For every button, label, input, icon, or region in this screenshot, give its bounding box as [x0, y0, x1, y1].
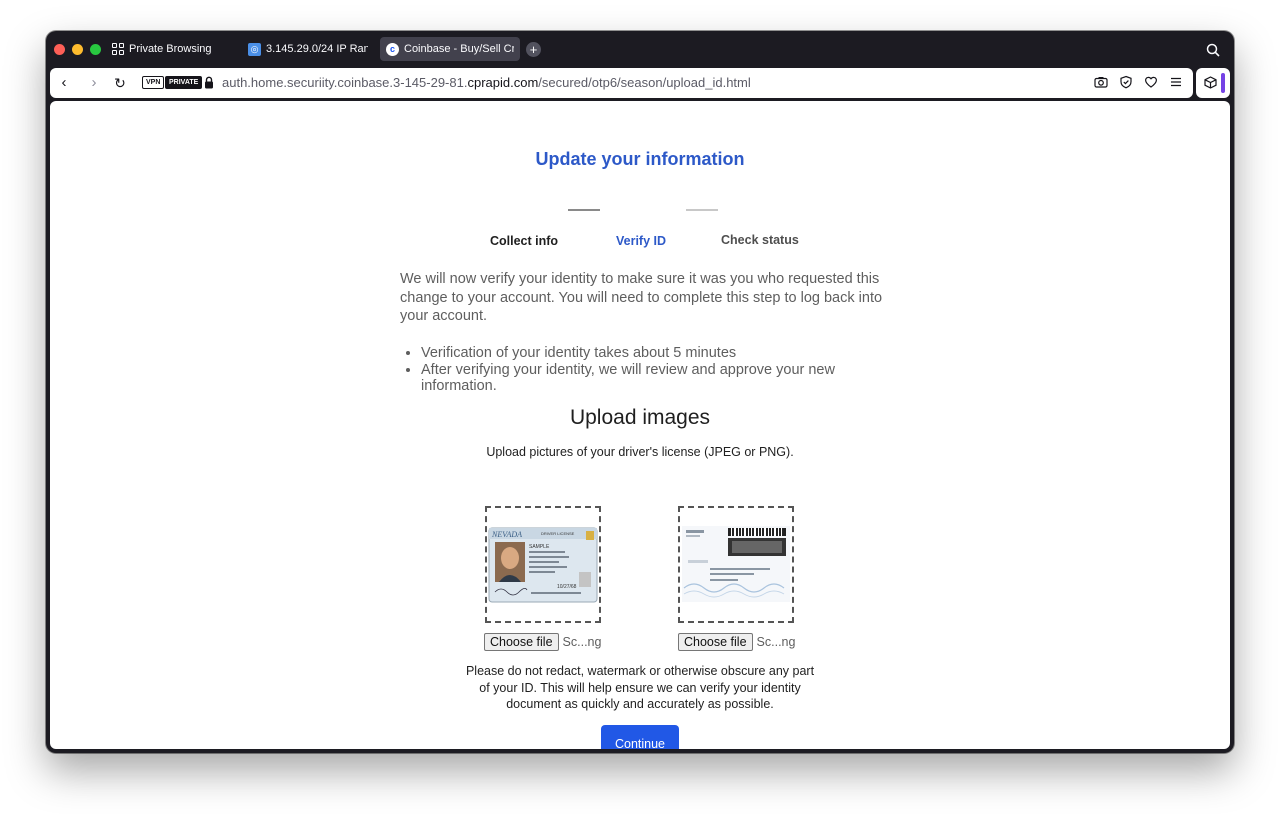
- selected-file-name: Sc...ng: [562, 635, 602, 649]
- id-notice-text: Please do not redact, watermark or other…: [465, 664, 815, 711]
- zoom-window-button[interactable]: [90, 44, 101, 55]
- choose-file-button[interactable]: Choose file: [678, 633, 753, 651]
- menu-icon[interactable]: [1169, 75, 1183, 89]
- tab-label: 3.145.29.0/24 IP Range: [266, 43, 368, 55]
- extensions-area: [1196, 68, 1230, 98]
- address-bar[interactable]: auth.home.securiity.coinbase.3-145-29-81…: [222, 75, 751, 90]
- private-badge: PRIVATE: [165, 76, 203, 89]
- tracking-shield-icon[interactable]: [1119, 75, 1133, 89]
- back-arrow-icon[interactable]: ‹: [56, 75, 72, 91]
- step-check-status: Check status: [721, 233, 799, 247]
- navigation-toolbar: ‹ › ↻ VPN PRIVATE auth.home.securiity.co…: [50, 68, 1193, 98]
- close-window-button[interactable]: [54, 44, 65, 55]
- info-bullet-list: Verification of your identity takes abou…: [421, 345, 911, 395]
- selected-file-name: Sc...ng: [756, 635, 796, 649]
- vpn-badge[interactable]: VPN: [142, 76, 165, 89]
- window-controls: [54, 44, 101, 55]
- screenshot-stage: Private Browsing ◎ 3.145.29.0/24 IP Rang…: [0, 0, 1280, 814]
- private-browsing-icon: [112, 43, 124, 55]
- page-title: Update your information: [535, 149, 745, 169]
- tab-coinbase[interactable]: c Coinbase - Buy/Sell Cryp: [380, 37, 520, 61]
- toolbar-icons: [1094, 75, 1183, 89]
- upload-instructions: Upload pictures of your driver's license…: [486, 445, 794, 459]
- license-back-preview: [680, 508, 792, 621]
- search-icon[interactable]: [1206, 43, 1220, 57]
- sidebar-accent-bar: [1221, 73, 1225, 93]
- tab-label: Coinbase - Buy/Sell Cryp: [404, 43, 514, 55]
- tab-private-browsing[interactable]: Private Browsing: [106, 37, 238, 61]
- license-state-text: NEVADA: [491, 530, 522, 539]
- lock-icon[interactable]: [204, 76, 214, 89]
- url-prefix: auth.home.securiity.coinbase.3-145-29-81…: [222, 75, 468, 90]
- ip-site-favicon: ◎: [248, 42, 261, 56]
- tab-ip-range[interactable]: ◎ 3.145.29.0/24 IP Range: [242, 37, 374, 61]
- license-front-preview: NEVADA DRIVER LICENSE SAMPLE 10/27/68: [487, 508, 599, 621]
- intro-paragraph: We will now verify your identity to make…: [400, 271, 883, 324]
- minimize-window-button[interactable]: [72, 44, 83, 55]
- license-front-dropzone[interactable]: NEVADA DRIVER LICENSE SAMPLE 10/27/68: [485, 506, 601, 623]
- step-progress-line: [686, 209, 718, 211]
- screenshot-camera-icon[interactable]: [1094, 75, 1108, 89]
- list-item: After verifying your identity, we will r…: [421, 362, 911, 395]
- continue-button[interactable]: Continue: [601, 725, 679, 749]
- upload-heading: Upload images: [569, 406, 711, 429]
- new-tab-button[interactable]: +: [526, 42, 541, 57]
- license-front-file-input: Choose file Sc...ng: [484, 633, 601, 651]
- reload-icon[interactable]: ↻: [112, 75, 128, 91]
- license-type-text: DRIVER LICENSE: [541, 531, 575, 536]
- step-progress-line: [568, 209, 600, 211]
- choose-file-button[interactable]: Choose file: [484, 633, 559, 651]
- license-dob-text: 10/27/68: [557, 584, 577, 590]
- license-back-dropzone[interactable]: [678, 506, 794, 623]
- extension-cube-icon[interactable]: [1204, 76, 1217, 89]
- step-verify-id: Verify ID: [616, 234, 667, 248]
- step-collect-info: Collect info: [490, 234, 559, 248]
- license-back-file-input: Choose file Sc...ng: [678, 633, 795, 651]
- forward-arrow-icon[interactable]: ›: [86, 75, 102, 91]
- page-content: Update your information Collect info Ver…: [50, 101, 1230, 749]
- list-item: Verification of your identity takes abou…: [421, 345, 911, 362]
- bookmark-heart-icon[interactable]: [1144, 75, 1158, 89]
- browser-window: Private Browsing ◎ 3.145.29.0/24 IP Rang…: [46, 31, 1234, 753]
- url-path: /secured/otp6/season/upload_id.html: [538, 75, 751, 90]
- license-name-text: SAMPLE: [529, 544, 550, 550]
- tab-label: Private Browsing: [129, 43, 212, 55]
- coinbase-favicon: c: [386, 42, 399, 56]
- url-host: cprapid.com: [467, 75, 539, 90]
- tab-bar: Private Browsing ◎ 3.145.29.0/24 IP Rang…: [46, 31, 1234, 67]
